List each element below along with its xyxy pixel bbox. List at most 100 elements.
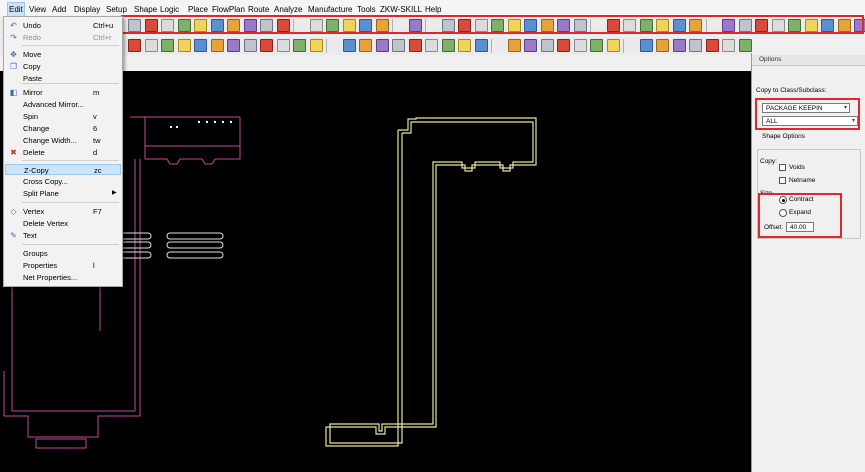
copy-icon: ❐ (9, 62, 18, 71)
toolbar-separator (326, 39, 327, 53)
menu-separator (22, 244, 119, 245)
menu-item-paste[interactable]: Paste (5, 73, 121, 84)
toolbar-button-icon[interactable] (557, 39, 570, 52)
toolbar-button-icon[interactable] (573, 39, 587, 52)
menu-item-label: Change (23, 124, 50, 133)
toolbar-button-icon[interactable] (441, 39, 455, 52)
menu-add[interactable]: Add (52, 3, 66, 16)
menu-item-shortcut: m (93, 88, 100, 97)
netname-label: Netname (789, 177, 816, 184)
highlight-box-size (758, 193, 842, 238)
toolbar-button-icon[interactable] (408, 39, 422, 52)
menu-item-delete[interactable]: ✖ Delete d (5, 147, 121, 158)
highlight-box-toolbar (121, 15, 864, 34)
toolbar-button-icon[interactable] (375, 39, 389, 52)
menu-view[interactable]: View (29, 3, 46, 16)
menu-item-label: Delete (23, 148, 45, 157)
toolbar-button-icon[interactable] (705, 39, 719, 52)
menu-item-properties[interactable]: Properties l (5, 260, 121, 271)
highlight-box-class (755, 98, 860, 130)
toolbar-button-icon[interactable] (425, 39, 438, 52)
toolbar-button-icon[interactable] (639, 39, 653, 52)
menu-item-label: Split Plane (23, 189, 59, 198)
menu-item-undo[interactable]: ↶ Undo Ctrl+u (5, 20, 121, 31)
toolbar-button-icon[interactable] (144, 39, 158, 52)
toolbar-button-icon[interactable] (722, 39, 735, 52)
copy-to-class-label: Copy to Class/Subclass: (756, 87, 827, 94)
menu-item-move[interactable]: ✥ Move (5, 49, 121, 60)
toolbar-button-icon[interactable] (260, 39, 273, 52)
move-icon: ✥ (10, 50, 17, 59)
toolbar-button-icon[interactable] (128, 39, 141, 52)
toolbar-button-icon[interactable] (458, 39, 471, 52)
toolbar-button-icon[interactable] (177, 39, 191, 52)
menu-item-mirror[interactable]: ◧ Mirror m (5, 87, 121, 98)
toolbar-button-icon[interactable] (359, 39, 372, 52)
menu-item-label: Move (23, 50, 42, 59)
menu-item-shortcut: tw (93, 136, 101, 145)
menu-item-vertex[interactable]: ◇ Vertex F7 (5, 206, 121, 217)
toolbar-button-icon[interactable] (161, 39, 174, 52)
menu-item-shortcut: d (93, 148, 98, 157)
menu-item-shortcut: l (93, 261, 95, 270)
toolbar-button-icon[interactable] (507, 39, 521, 52)
mirror-icon: ◧ (9, 88, 18, 97)
menu-item-groups[interactable]: Groups (5, 248, 121, 259)
menu-item-z-copy[interactable]: Z-Copy zc (5, 164, 121, 175)
toolbar-button-icon[interactable] (590, 39, 603, 52)
menu-item-label: Redo (23, 33, 41, 42)
toolbar-button-icon[interactable] (524, 39, 537, 52)
menu-item-label: Undo (23, 21, 41, 30)
menu-item-label: Change Width... (23, 136, 77, 145)
menu-item-label: Paste (23, 74, 43, 83)
toolbar-button-icon[interactable] (689, 39, 702, 52)
menu-item-text[interactable]: ✎ Text (5, 230, 121, 241)
menu-item-copy[interactable]: ❐ Copy (5, 61, 121, 72)
toolbar-button-icon[interactable] (738, 39, 752, 52)
toolbar-button-icon[interactable] (672, 39, 686, 52)
toolbar-button-icon[interactable] (656, 39, 669, 52)
voids-checkbox[interactable] (779, 164, 786, 171)
toolbar-button-icon[interactable] (342, 39, 356, 52)
toolbar-button-icon[interactable] (474, 39, 488, 52)
menu-item-net-properties[interactable]: Net Properties... (5, 272, 121, 283)
menu-item-label: Z-Copy (24, 166, 49, 175)
delete-icon: ✖ (10, 148, 17, 157)
menu-item-shortcut: 6 (93, 124, 98, 133)
toolbar-button-icon[interactable] (540, 39, 554, 52)
toolbar-button-icon[interactable] (606, 39, 620, 52)
menu-item-change-width[interactable]: Change Width... tw (5, 135, 121, 146)
menu-item-delete-vertex[interactable]: Delete Vertex (5, 218, 121, 229)
toolbar-separator (623, 39, 624, 53)
toolbar-button-icon[interactable] (276, 39, 290, 52)
toolbar-button-icon[interactable] (227, 39, 240, 52)
toolbar-button-icon[interactable] (309, 39, 323, 52)
toolbar-button-icon[interactable] (392, 39, 405, 52)
redo-icon: ↷ (10, 33, 17, 42)
options-title: Options (759, 56, 782, 63)
toolbar-button-icon[interactable] (293, 39, 306, 52)
netname-checkbox[interactable] (779, 177, 786, 184)
menu-item-split-plane[interactable]: Split Plane ▶ (5, 188, 121, 199)
menu-item-label: Text (23, 231, 37, 240)
menu-item-spin[interactable]: Spin v (5, 111, 121, 122)
menu-item-label: Vertex (23, 207, 45, 216)
menu-item-redo[interactable]: ↷ Redo Ctrl+r (5, 32, 121, 43)
toolbar-button-icon[interactable] (210, 39, 224, 52)
options-panel: Options Copy to Class/Subclass: PACKAGE … (751, 53, 865, 472)
toolbar-button-icon[interactable] (194, 39, 207, 52)
toolbar-button-icon[interactable] (243, 39, 257, 52)
menu-edit[interactable]: Edit (7, 2, 25, 17)
voids-label: Voids (789, 164, 805, 171)
copy-label: Copy: (760, 158, 777, 165)
menu-item-label: Properties (23, 261, 58, 270)
edit-menu: ↶ Undo Ctrl+u ↷ Redo Ctrl+r ✥ Move ❐ Copy Paste ◧ Mi… (3, 16, 123, 287)
menu-item-cross-copy[interactable]: Cross Copy... (5, 176, 121, 187)
menu-item-change[interactable]: Change 6 (5, 123, 121, 134)
chevron-right-icon: ▶ (112, 190, 117, 196)
menu-display[interactable]: Display (74, 3, 100, 16)
shape-options-label: Shape Options (762, 133, 806, 140)
menu-item-label: Net Properties... (23, 273, 78, 282)
menu-item-advanced-mirror[interactable]: Advanced Mirror... (5, 99, 121, 110)
vertex-icon: ◇ (10, 207, 17, 216)
